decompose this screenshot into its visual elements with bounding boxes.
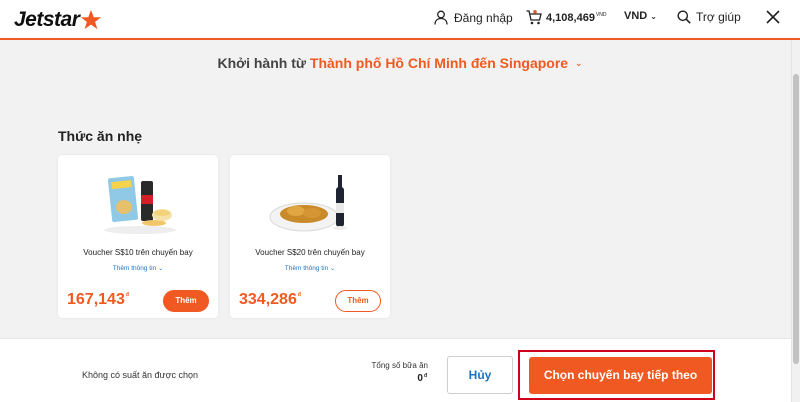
route-prefix: Khởi hành từ	[217, 55, 306, 71]
price-currency: đ	[125, 292, 129, 298]
price-currency: đ	[297, 292, 301, 298]
more-info-label: Thêm thông tin	[112, 265, 157, 272]
user-icon	[434, 10, 448, 25]
meal-price: 334,286đ	[239, 291, 301, 309]
close-button[interactable]	[766, 10, 780, 24]
scrollbar-thumb[interactable]	[793, 74, 799, 364]
total-value: 0đ	[366, 373, 427, 384]
close-icon	[766, 10, 780, 24]
jetstar-logo[interactable]: Jetstar	[14, 8, 102, 32]
more-info-link[interactable]: Thêm thông tin ⌄	[58, 265, 218, 272]
currency-label: VND	[624, 10, 648, 22]
meal-price-value: 167,143	[67, 291, 125, 308]
page-scrollbar[interactable]	[791, 40, 800, 402]
footer-bar: Không có suất ăn được chọn Tổng số bữa ă…	[0, 338, 791, 402]
meal-card-title: Voucher S$20 trên chuyến bay	[255, 248, 365, 257]
help-link[interactable]: Trợ giúp	[677, 10, 741, 24]
no-meal-text: Không có suất ăn được chọn	[82, 370, 199, 380]
cancel-button[interactable]: Hủy	[447, 356, 513, 394]
meal-price: 167,143đ	[67, 291, 129, 309]
currency-selector[interactable]: VND ⌄	[624, 10, 657, 22]
route-selector[interactable]: Khởi hành từ Thành phố Hồ Chí Minh đến S…	[0, 55, 800, 71]
login-link[interactable]: Đăng nhập	[434, 10, 513, 25]
add-button[interactable]: Thêm	[335, 290, 381, 312]
cart-currency: VND	[595, 11, 607, 18]
meal-card-title: Voucher S$10 trên chuyến bay	[83, 248, 193, 257]
section-title: Thức ăn nhẹ	[58, 128, 143, 144]
meal-price-value: 334,286	[239, 291, 297, 308]
search-icon	[677, 10, 691, 24]
chevron-down-icon: ⌄	[650, 11, 657, 21]
chevron-down-icon: ⌄	[574, 58, 583, 68]
star-icon	[81, 9, 102, 30]
top-header: Jetstar Đăng nhập 4,108,469 VND VND ⌄ Tr…	[0, 0, 800, 40]
cart-amount: 4,108,469	[546, 11, 595, 24]
snack-voucher-image	[104, 175, 176, 234]
total-amount: 0	[417, 373, 423, 384]
help-label: Trợ giúp	[696, 10, 741, 24]
meal-voucher-image	[269, 175, 347, 232]
cart-summary[interactable]: 4,108,469 VND	[526, 10, 607, 25]
more-info-link[interactable]: Thêm thông tin ⌄	[230, 265, 390, 272]
add-button[interactable]: Thêm	[163, 290, 209, 312]
meal-card: Voucher S$20 trên chuyến bay Thêm thông …	[230, 155, 390, 318]
chevron-down-icon: ⌄	[158, 266, 164, 272]
total-label: Tổng số bữa ăn	[371, 361, 428, 370]
route-destination: Thành phố Hồ Chí Minh đến Singapore	[309, 55, 569, 71]
total-currency: đ	[423, 373, 427, 379]
next-flight-button[interactable]: Chọn chuyến bay tiếp theo	[529, 357, 712, 394]
meal-card: Voucher S$10 trên chuyến bay Thêm thông …	[58, 155, 218, 318]
login-label: Đăng nhập	[454, 10, 513, 25]
chevron-down-icon: ⌄	[330, 266, 336, 272]
more-info-label: Thêm thông tin	[284, 265, 329, 272]
cart-icon	[526, 10, 542, 25]
logo-text: Jetstar	[14, 8, 80, 31]
